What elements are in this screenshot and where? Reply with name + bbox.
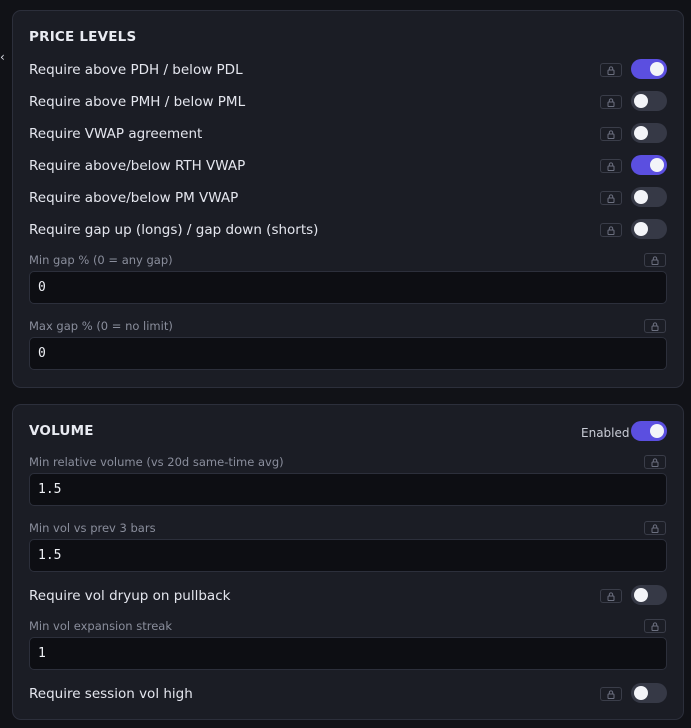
toggle-label-pm-vwap: Require above/below PM VWAP <box>29 190 239 206</box>
price-levels-card: PRICE LEVELS Require above PDH / below P… <box>12 10 684 388</box>
lock-icon[interactable] <box>600 95 622 109</box>
field-label-min-vol-prev: Min vol vs prev 3 bars <box>29 521 156 535</box>
toggle-knob <box>634 588 648 602</box>
toggle-gap[interactable] <box>631 219 667 239</box>
toggle-knob <box>634 190 648 204</box>
field-label-max-gap: Max gap % (0 = no limit) <box>29 319 173 333</box>
min-gap-input[interactable]: 0 <box>29 271 667 304</box>
lock-icon[interactable] <box>600 687 622 701</box>
field-label-min-gap: Min gap % (0 = any gap) <box>29 253 173 267</box>
lock-icon[interactable] <box>600 127 622 141</box>
toggle-pmh-pml[interactable] <box>631 91 667 111</box>
toggle-knob <box>650 424 664 438</box>
min-vol-expansion-input[interactable]: 1 <box>29 637 667 670</box>
chevron-left-icon[interactable]: ‹ <box>0 50 6 64</box>
lock-icon[interactable] <box>644 319 666 333</box>
enabled-label: Enabled <box>581 426 630 440</box>
volume-card: VOLUME Enabled Min relative volume (vs 2… <box>12 404 684 720</box>
toggle-knob <box>650 158 664 172</box>
lock-icon[interactable] <box>600 159 622 173</box>
toggle-knob <box>634 222 648 236</box>
field-label-min-vol-expansion: Min vol expansion streak <box>29 619 172 633</box>
toggle-rth-vwap[interactable] <box>631 155 667 175</box>
toggle-pdh-pdl[interactable] <box>631 59 667 79</box>
min-rel-vol-input[interactable]: 1.5 <box>29 473 667 506</box>
lock-icon[interactable] <box>644 521 666 535</box>
lock-icon[interactable] <box>600 63 622 77</box>
field-label-min-rel-vol: Min relative volume (vs 20d same-time av… <box>29 455 284 469</box>
toggle-knob <box>634 126 648 140</box>
min-vol-prev-input[interactable]: 1.5 <box>29 539 667 572</box>
toggle-label-vol-dryup: Require vol dryup on pullback <box>29 588 231 604</box>
toggle-knob <box>634 94 648 108</box>
toggle-label-gap: Require gap up (longs) / gap down (short… <box>29 222 319 238</box>
toggle-label-vwap-agreement: Require VWAP agreement <box>29 126 203 142</box>
lock-icon[interactable] <box>644 455 666 469</box>
section-title-volume: VOLUME <box>29 423 94 439</box>
section-title-price-levels: PRICE LEVELS <box>29 29 137 45</box>
lock-icon[interactable] <box>644 253 666 267</box>
toggle-session-vol-high[interactable] <box>631 683 667 703</box>
toggle-vwap-agreement[interactable] <box>631 123 667 143</box>
lock-icon[interactable] <box>600 589 622 603</box>
toggle-label-session-vol-high: Require session vol high <box>29 686 193 702</box>
lock-icon[interactable] <box>600 191 622 205</box>
toggle-pm-vwap[interactable] <box>631 187 667 207</box>
lock-icon[interactable] <box>644 619 666 633</box>
toggle-knob <box>650 62 664 76</box>
toggle-label-pmh-pml: Require above PMH / below PML <box>29 94 246 110</box>
toggle-label-pdh-pdl: Require above PDH / below PDL <box>29 62 243 78</box>
lock-icon[interactable] <box>600 223 622 237</box>
max-gap-input[interactable]: 0 <box>29 337 667 370</box>
toggle-vol-dryup[interactable] <box>631 585 667 605</box>
toggle-knob <box>634 686 648 700</box>
toggle-label-rth-vwap: Require above/below RTH VWAP <box>29 158 246 174</box>
toggle-volume-enabled[interactable] <box>631 421 667 441</box>
